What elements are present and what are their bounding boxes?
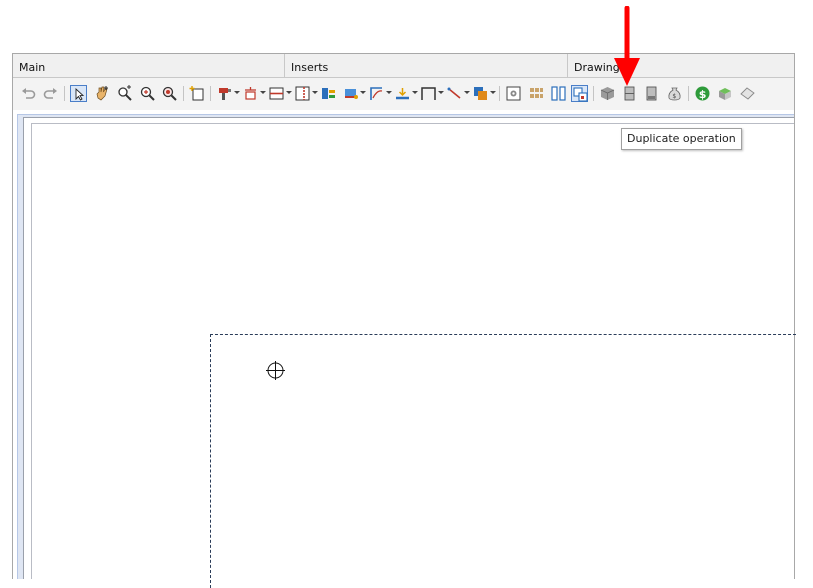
divider-icon[interactable] <box>294 85 311 102</box>
tab-inserts[interactable]: Inserts <box>285 54 568 77</box>
line-icon[interactable] <box>446 85 463 102</box>
ribbon-tabs: Main Inserts Drawing <box>13 54 794 78</box>
hinge-dropdown-icon[interactable] <box>260 91 266 94</box>
panel-outline[interactable] <box>210 334 796 588</box>
select-pointer-icon[interactable] <box>70 85 87 102</box>
svg-text:$: $ <box>699 88 707 101</box>
pattern-icon[interactable] <box>528 85 545 102</box>
svg-text:$: $ <box>672 93 676 100</box>
toolbar: $ $ <box>13 78 794 110</box>
finish-icon[interactable] <box>739 85 756 102</box>
shelf-dropdown-icon[interactable] <box>286 91 292 94</box>
frame-dropdown-icon[interactable] <box>438 91 444 94</box>
zoom-window-icon[interactable] <box>161 85 178 102</box>
profile-icon[interactable] <box>368 85 385 102</box>
fixing-icon[interactable] <box>320 85 337 102</box>
material-icon[interactable] <box>716 85 733 102</box>
insert-group-dropdown-icon[interactable] <box>490 91 496 94</box>
bottom-dropdown-icon[interactable] <box>412 91 418 94</box>
pan-hand-icon[interactable] <box>93 85 110 102</box>
side-view-icon[interactable] <box>643 85 660 102</box>
red-arrow-annotation <box>614 6 640 86</box>
hinge-icon[interactable] <box>242 85 259 102</box>
frame-icon[interactable] <box>420 85 437 102</box>
zoom-in-icon[interactable] <box>139 85 156 102</box>
tab-main[interactable]: Main <box>13 54 285 77</box>
tab-main-label: Main <box>19 61 46 74</box>
undo-icon[interactable] <box>20 85 37 102</box>
tab-drawing[interactable]: Drawing <box>568 54 794 77</box>
edge-band-icon[interactable] <box>343 85 360 102</box>
edge-band-dropdown-icon[interactable] <box>360 91 366 94</box>
insert-group-icon[interactable] <box>472 85 489 102</box>
bottom-icon[interactable] <box>394 85 411 102</box>
zoom-extents-icon[interactable] <box>116 85 133 102</box>
line-dropdown-icon[interactable] <box>464 91 470 94</box>
duplicate-operation-icon[interactable] <box>571 85 588 102</box>
tooltip: Duplicate operation <box>621 128 742 150</box>
shelf-icon[interactable] <box>268 85 285 102</box>
settings-icon[interactable] <box>505 85 522 102</box>
new-panel-icon[interactable] <box>189 85 206 102</box>
tab-inserts-label: Inserts <box>291 61 329 74</box>
dollar-icon[interactable]: $ <box>694 85 711 102</box>
split-icon[interactable] <box>550 85 567 102</box>
drill-dropdown-icon[interactable] <box>234 91 240 94</box>
drill-tool-icon[interactable] <box>216 85 233 102</box>
origin-crosshair-icon <box>266 361 285 380</box>
profile-dropdown-icon[interactable] <box>386 91 392 94</box>
cost-bag-icon[interactable]: $ <box>666 85 683 102</box>
divider-dropdown-icon[interactable] <box>312 91 318 94</box>
redo-icon[interactable] <box>42 85 59 102</box>
